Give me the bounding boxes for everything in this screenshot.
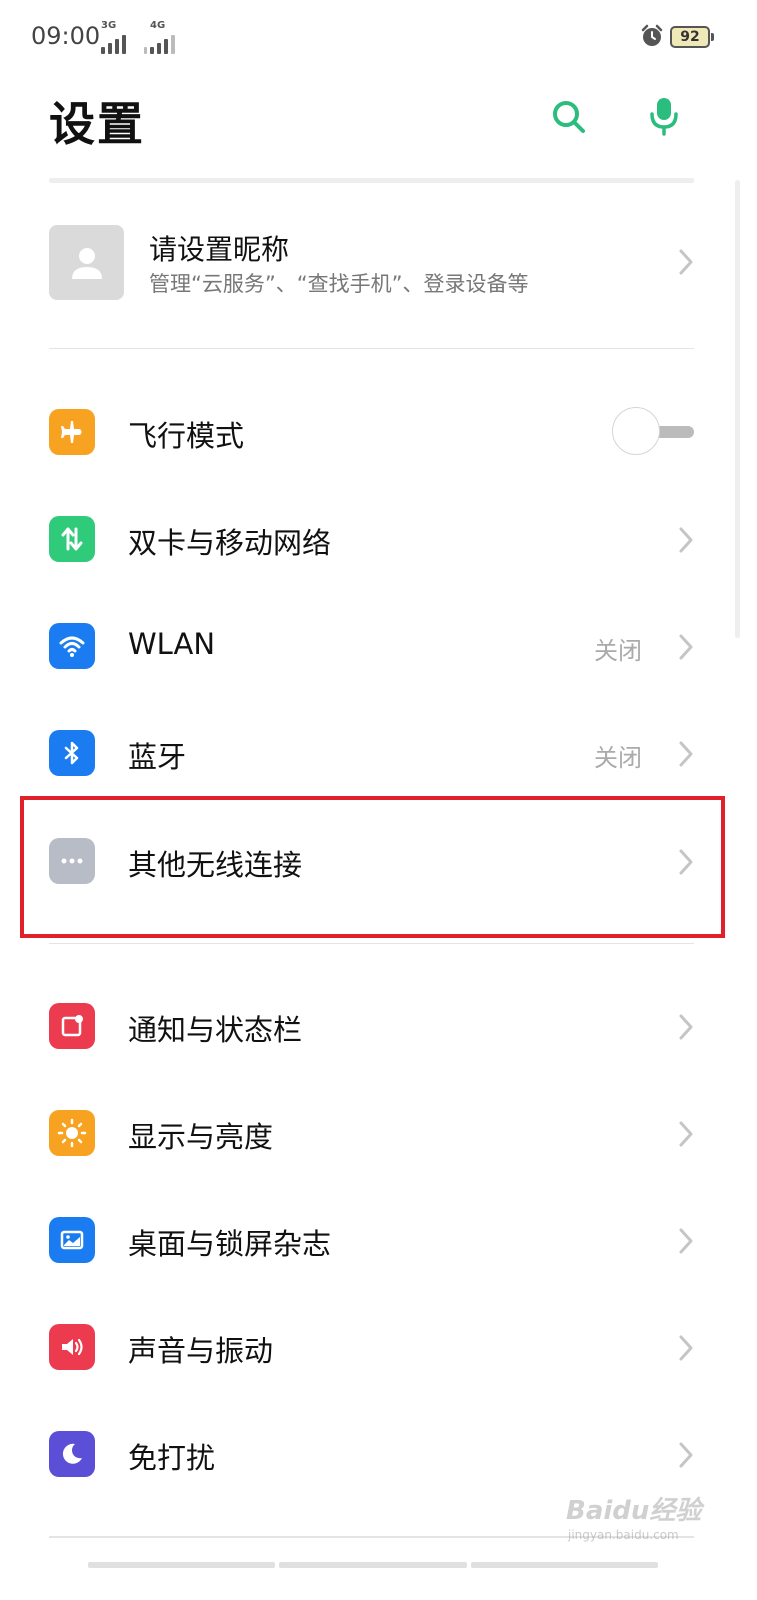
network-type-3g: 3G	[101, 20, 117, 31]
airplane-icon	[49, 409, 95, 455]
data-arrows-icon	[49, 516, 95, 562]
settings-row-wlan[interactable]: WLAN 关闭	[0, 593, 757, 700]
highlight-annotation-box	[20, 796, 725, 938]
signal-4g-icon: 4G	[144, 20, 175, 54]
settings-row-dual-sim[interactable]: 双卡与移动网络	[0, 486, 757, 593]
settings-row-label: 飞行模式	[128, 419, 245, 453]
profile-name: 请设置昵称	[149, 233, 290, 266]
chevron-right-icon	[679, 1121, 693, 1147]
search-icon[interactable]	[549, 97, 589, 137]
network-type-4g: 4G	[150, 20, 166, 31]
settings-row-airplane-mode[interactable]: 飞行模式	[0, 379, 757, 486]
chevron-right-icon	[679, 1335, 693, 1361]
page-title: 设置	[49, 97, 145, 151]
bluetooth-status: 关闭	[594, 744, 642, 772]
chevron-right-icon	[679, 1014, 693, 1040]
moon-icon	[49, 1431, 95, 1477]
chevron-right-icon	[679, 527, 693, 553]
section-divider	[49, 943, 694, 944]
speaker-icon	[49, 1324, 95, 1370]
settings-row-display[interactable]: 显示与亮度	[0, 1080, 757, 1187]
chevron-right-icon	[679, 634, 693, 660]
bluetooth-icon	[49, 730, 95, 776]
person-icon	[71, 247, 102, 279]
settings-row-bluetooth[interactable]: 蓝牙 关闭	[0, 700, 757, 807]
settings-row-label: 通知与状态栏	[128, 1013, 303, 1047]
wallpaper-icon	[49, 1217, 95, 1263]
chevron-right-icon	[679, 1442, 693, 1468]
signal-3g-icon: 3G	[101, 20, 126, 54]
settings-row-notifications[interactable]: 通知与状态栏	[0, 973, 757, 1080]
alarm-clock-icon	[640, 24, 664, 48]
avatar	[49, 225, 124, 300]
status-time: 09:00	[31, 22, 101, 50]
bottom-partial-row	[88, 1562, 658, 1568]
header-divider	[49, 178, 694, 183]
scrollbar[interactable]	[735, 180, 740, 638]
battery-tip	[711, 33, 714, 41]
watermark-logo: Baidu经验	[566, 1496, 702, 1526]
notification-icon	[49, 1003, 95, 1049]
brightness-icon	[49, 1110, 95, 1156]
settings-row-label: 蓝牙	[128, 740, 187, 774]
airplane-mode-toggle[interactable]	[612, 407, 694, 457]
microphone-icon[interactable]	[644, 96, 684, 136]
watermark-url: jingyan.baidu.com	[568, 1528, 679, 1542]
account-row[interactable]: 请设置昵称 管理“云服务”、“查找手机”、登录设备等	[0, 205, 757, 320]
chevron-right-icon	[679, 1228, 693, 1254]
settings-row-label: 双卡与移动网络	[128, 526, 332, 560]
chevron-right-icon	[679, 249, 693, 275]
wifi-icon	[49, 623, 95, 669]
battery-icon: 92	[670, 26, 710, 48]
chevron-right-icon	[679, 741, 693, 767]
battery-level: 92	[680, 29, 700, 45]
settings-row-label: 桌面与锁屏杂志	[128, 1227, 332, 1261]
wlan-status: 关闭	[594, 637, 642, 665]
settings-row-label: WLAN	[128, 627, 216, 661]
settings-row-wallpaper[interactable]: 桌面与锁屏杂志	[0, 1187, 757, 1294]
settings-row-label: 显示与亮度	[128, 1120, 274, 1154]
settings-row-label: 免打扰	[128, 1441, 216, 1475]
profile-subtitle: 管理“云服务”、“查找手机”、登录设备等	[149, 272, 529, 296]
settings-row-label: 声音与振动	[128, 1334, 274, 1368]
section-divider	[49, 348, 694, 349]
settings-row-sound[interactable]: 声音与振动	[0, 1294, 757, 1401]
